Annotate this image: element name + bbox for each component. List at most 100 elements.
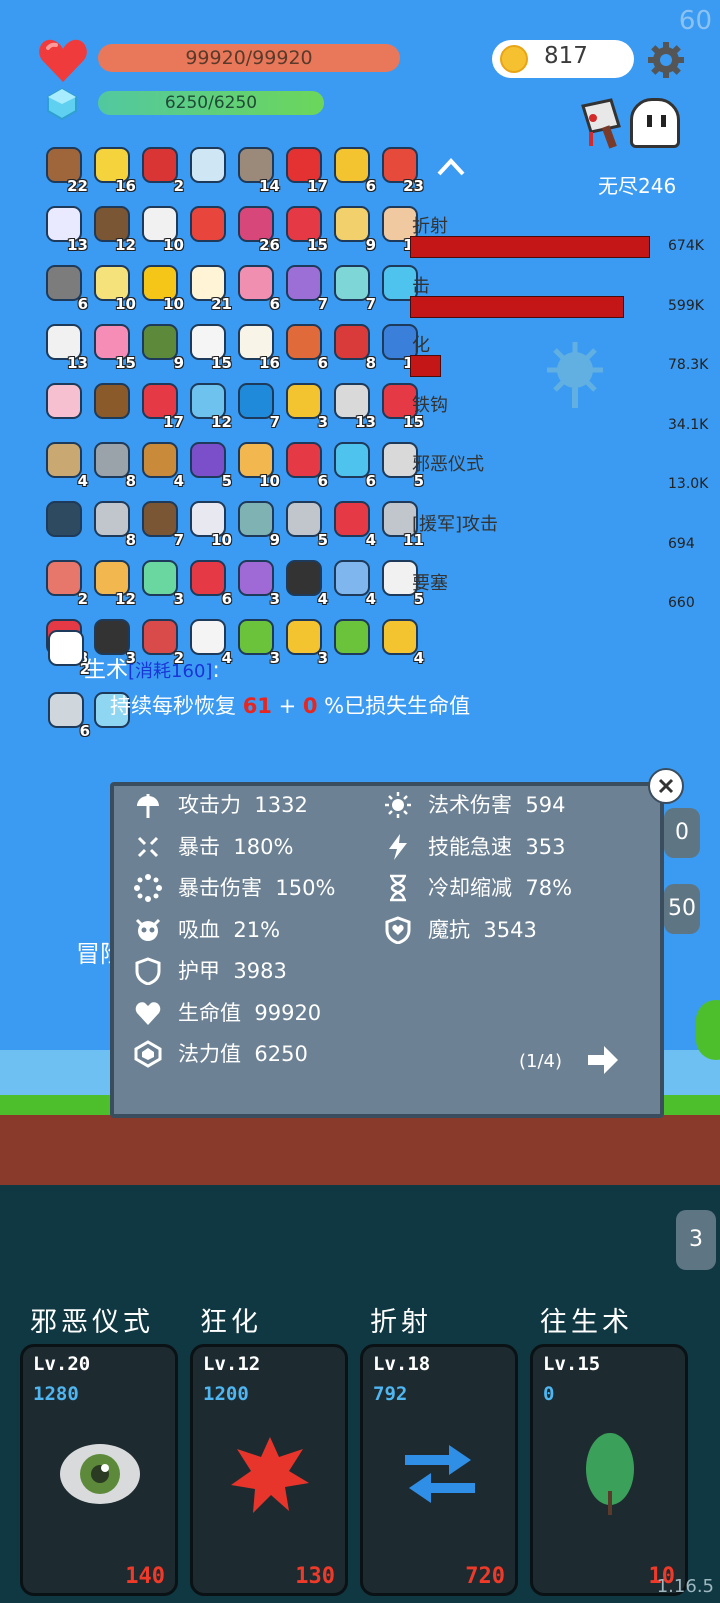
item-count: 16	[259, 354, 280, 372]
side-button-2[interactable]: 50	[664, 884, 700, 934]
damage-row: 邪恶仪式 13.0K	[410, 450, 710, 508]
side-button-3[interactable]: 3	[676, 1210, 716, 1270]
green-monster-icon	[334, 619, 370, 655]
extra-item-slot[interactable]: 2	[44, 628, 90, 678]
inventory-slot[interactable]: 17	[282, 145, 328, 195]
inventory-slot[interactable]	[90, 381, 134, 425]
inventory-slot[interactable]: 12	[186, 381, 232, 431]
inventory-slot[interactable]: 10	[90, 263, 136, 313]
skill-card-title: 狂化	[200, 1307, 262, 1338]
inventory-slot[interactable]: 6	[186, 558, 232, 608]
cleaver-icon[interactable]	[575, 96, 629, 152]
inventory-slot[interactable]: 15	[282, 204, 328, 254]
inventory-slot[interactable]: 6	[282, 322, 328, 372]
inventory-slot[interactable]: 8	[330, 322, 376, 372]
inventory-slot[interactable]: 12	[90, 558, 136, 608]
item-count: 21	[211, 295, 232, 313]
stat-label: 技能急速	[428, 834, 512, 859]
inventory-slot[interactable]: 6	[330, 440, 376, 490]
inventory-slot[interactable]	[186, 204, 230, 248]
inventory-slot[interactable]: 26	[234, 204, 280, 254]
inventory-slot[interactable]: 5	[186, 440, 232, 490]
inventory-slot[interactable]: 10	[234, 440, 280, 490]
inventory-slot[interactable]: 4	[330, 558, 376, 608]
next-page-arrow-icon[interactable]	[586, 1044, 620, 1076]
inventory-slot[interactable]: 5	[282, 499, 328, 549]
inventory-slot[interactable]	[186, 145, 230, 189]
side-button-1[interactable]: 0	[664, 808, 700, 858]
item-count: 4	[365, 531, 376, 549]
inventory-slot[interactable]: 21	[186, 263, 232, 313]
inventory-slot[interactable]: 15	[90, 322, 136, 372]
stats-panel: 攻击力 1332 暴击 180% 暴击伤害 150% 吸血 21% 护甲 3983 生命值…	[110, 782, 664, 1118]
inventory-slot[interactable]: 13	[42, 204, 88, 254]
chevron-up-icon[interactable]	[436, 156, 466, 178]
inventory-slot[interactable]: 3	[234, 617, 280, 667]
inventory-slot[interactable]: 23	[378, 145, 424, 195]
stat-text: 技能急速 353	[428, 830, 565, 864]
inventory-slot[interactable]: 3	[138, 558, 184, 608]
side-button-3-label: 3	[689, 1227, 703, 1252]
hp-text: 99920/99920	[185, 47, 313, 69]
inventory-slot[interactable]: 13	[42, 322, 88, 372]
inventory-slot[interactable]: 6	[282, 440, 328, 490]
crit-damage-icon	[134, 874, 162, 902]
inventory-slot[interactable]: 10	[186, 499, 232, 549]
inventory-slot[interactable]: 4	[138, 440, 184, 490]
refract-arrows-icon	[405, 1445, 475, 1503]
close-button[interactable]	[648, 768, 684, 804]
ghost-face-icon[interactable]	[630, 98, 680, 148]
inventory-slot[interactable]: 22	[42, 145, 88, 195]
inventory-slot[interactable]: 7	[282, 263, 328, 313]
inventory-slot[interactable]: 8	[90, 499, 136, 549]
item-count: 6	[365, 472, 376, 490]
inventory-slot[interactable]: 7	[138, 499, 184, 549]
inventory-slot[interactable]: 16	[234, 322, 280, 372]
inventory-slot[interactable]: 4	[282, 558, 328, 608]
inventory-slot[interactable]	[330, 617, 374, 661]
inventory-slot[interactable]: 2	[138, 145, 184, 195]
inventory-slot[interactable]: 4	[42, 440, 88, 490]
settings-gear-icon[interactable]	[646, 40, 686, 80]
inventory-slot[interactable]: 10	[138, 204, 184, 254]
inventory-slot[interactable]: 3	[282, 381, 328, 431]
inventory-slot[interactable]: 6	[42, 263, 88, 313]
extra-item-slot[interactable]: 6	[44, 690, 90, 740]
inventory-slot[interactable]: 9	[330, 204, 376, 254]
damage-source-name: 化	[412, 335, 430, 356]
skill-card-title: 邪恶仪式	[30, 1307, 154, 1338]
skill-card[interactable]: Lv.20 1280 140	[20, 1344, 178, 1596]
inventory-slot[interactable]: 17	[138, 381, 184, 431]
inventory-slot[interactable]: 16	[90, 145, 136, 195]
side-button-2-label: 50	[668, 896, 696, 921]
inventory-slot[interactable]: 3	[282, 617, 328, 667]
inventory-slot[interactable]: 15	[186, 322, 232, 372]
skill-card[interactable]: Lv.12 1200 130	[190, 1344, 348, 1596]
inventory-slot[interactable]: 10	[138, 263, 184, 313]
inventory-slot[interactable]: 6	[234, 263, 280, 313]
inventory-slot[interactable]: 2	[42, 558, 88, 608]
desc-prefix: 持续每秒恢复	[110, 694, 243, 718]
skill-card[interactable]: Lv.18 792 720	[360, 1344, 518, 1596]
damage-value: 694	[668, 535, 695, 552]
damage-bar	[410, 295, 624, 318]
inventory-slot[interactable]	[42, 499, 86, 543]
inventory-slot[interactable]: 9	[138, 322, 184, 372]
inventory-slot[interactable]: 7	[234, 381, 280, 431]
skill-card[interactable]: Lv.15 0 10	[530, 1344, 688, 1596]
stat-label: 魔抗	[428, 917, 470, 942]
inventory-slot[interactable]: 12	[90, 204, 136, 254]
inventory-slot[interactable]: 9	[234, 499, 280, 549]
inventory-slot[interactable]: 14	[234, 145, 280, 195]
inventory-slot[interactable]: 4	[330, 499, 376, 549]
inventory-slot[interactable]: 6	[330, 145, 376, 195]
inventory-slot[interactable]: 8	[90, 440, 136, 490]
tree	[696, 1000, 720, 1060]
inventory-slot[interactable]: 7	[330, 263, 376, 313]
inventory-slot[interactable]: 3	[234, 558, 280, 608]
damage-value: 599K	[668, 297, 704, 314]
inventory-slot[interactable]: 13	[330, 381, 376, 431]
stat-value: 21%	[233, 917, 281, 942]
inventory-slot[interactable]	[42, 381, 86, 425]
item-count: 10	[259, 472, 280, 490]
